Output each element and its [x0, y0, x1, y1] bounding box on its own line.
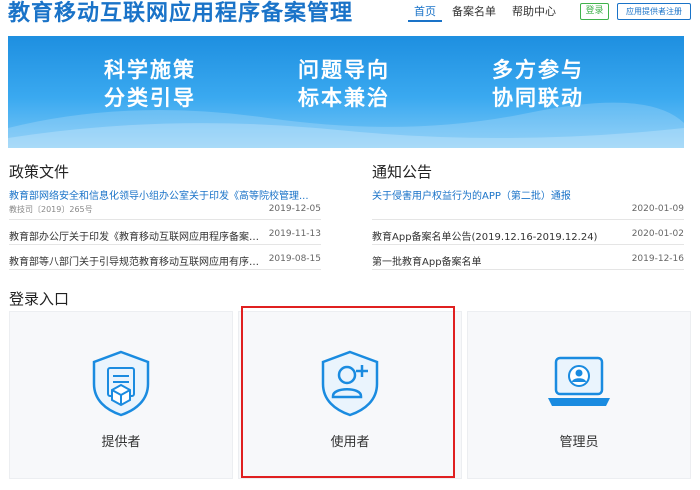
- policy-item-date: 2019-11-13: [268, 229, 321, 239]
- policy-item-title[interactable]: 教育部办公厅关于印发《教育移动互联网应用程序备案管理办法...: [9, 228, 267, 243]
- policy-section-title: 政策文件: [9, 163, 70, 181]
- policy-item-title[interactable]: 教育部网络安全和信息化领导小组办公室关于印发《高等院校管理...: [9, 187, 314, 202]
- notice-list: 关于侵害用户权益行为的APP（第二批）通报 2020-01-09 教育App备案…: [372, 182, 684, 270]
- banner-slogan: 多方参与 协同联动: [492, 58, 584, 110]
- policy-item-date: 2019-08-15: [268, 254, 321, 264]
- policy-item-doc-number: 教技司〔2019〕265号: [9, 205, 93, 214]
- notice-item-date: 2020-01-09: [631, 204, 684, 214]
- policy-list: 教育部网络安全和信息化领导小组办公室关于印发《高等院校管理... 教技司〔201…: [9, 182, 321, 270]
- list-item[interactable]: 第一批教育App备案名单 2019-12-16: [372, 245, 684, 270]
- banner-slogan: 科学施策 分类引导: [104, 58, 196, 110]
- admin-icon: [548, 356, 610, 406]
- list-item[interactable]: 教育部办公厅关于印发《教育移动互联网应用程序备案管理办法... 2019-11-…: [9, 220, 321, 245]
- login-card-admin[interactable]: 管理员: [467, 311, 691, 479]
- login-section-title: 登录入口: [9, 290, 70, 308]
- login-card-label: 管理员: [559, 435, 599, 450]
- notice-item-date: 2020-01-02: [631, 229, 684, 239]
- list-item[interactable]: 教育App备案名单公告(2019.12.16-2019.12.24) 2020-…: [372, 220, 684, 245]
- banner-slogan: 问题导向 标本兼治: [298, 58, 390, 110]
- notice-item-title[interactable]: 教育App备案名单公告(2019.12.16-2019.12.24): [372, 228, 622, 243]
- notice-item-title[interactable]: 关于侵害用户权益行为的APP（第二批）通报: [372, 187, 672, 202]
- main-nav: 首页 备案名单 帮助中心: [408, 4, 562, 22]
- login-card-label: 提供者: [101, 435, 141, 450]
- policy-item-title[interactable]: 教育部等八部门关于引导规范教育移动互联网应用有序健康发展...: [9, 253, 267, 268]
- provider-register-button[interactable]: 应用提供者注册: [617, 3, 691, 20]
- login-card-provider[interactable]: 提供者: [9, 311, 233, 479]
- notice-section-title: 通知公告: [372, 163, 433, 181]
- site-title: 教育移动互联网应用程序备案管理: [8, 1, 354, 26]
- provider-icon: [92, 350, 150, 417]
- header: 教育移动互联网应用程序备案管理 首页 备案名单 帮助中心 登录 应用提供者注册: [0, 0, 700, 34]
- nav-home[interactable]: 首页: [408, 4, 442, 22]
- nav-help-center[interactable]: 帮助中心: [506, 4, 562, 22]
- nav-filing-list[interactable]: 备案名单: [446, 4, 502, 22]
- notice-item-date: 2019-12-16: [631, 254, 684, 264]
- notice-item-title[interactable]: 第一批教育App备案名单: [372, 253, 622, 268]
- list-item[interactable]: 关于侵害用户权益行为的APP（第二批）通报 2020-01-09: [372, 182, 684, 220]
- list-item[interactable]: 教育部网络安全和信息化领导小组办公室关于印发《高等院校管理... 教技司〔201…: [9, 182, 321, 220]
- login-button[interactable]: 登录: [580, 3, 609, 20]
- list-item[interactable]: 教育部等八部门关于引导规范教育移动互联网应用有序健康发展... 2019-08-…: [9, 245, 321, 270]
- selection-highlight-box: [241, 306, 455, 478]
- policy-item-date: 2019-12-05: [268, 204, 321, 214]
- banner: 科学施策 分类引导 问题导向 标本兼治 多方参与 协同联动: [8, 36, 684, 148]
